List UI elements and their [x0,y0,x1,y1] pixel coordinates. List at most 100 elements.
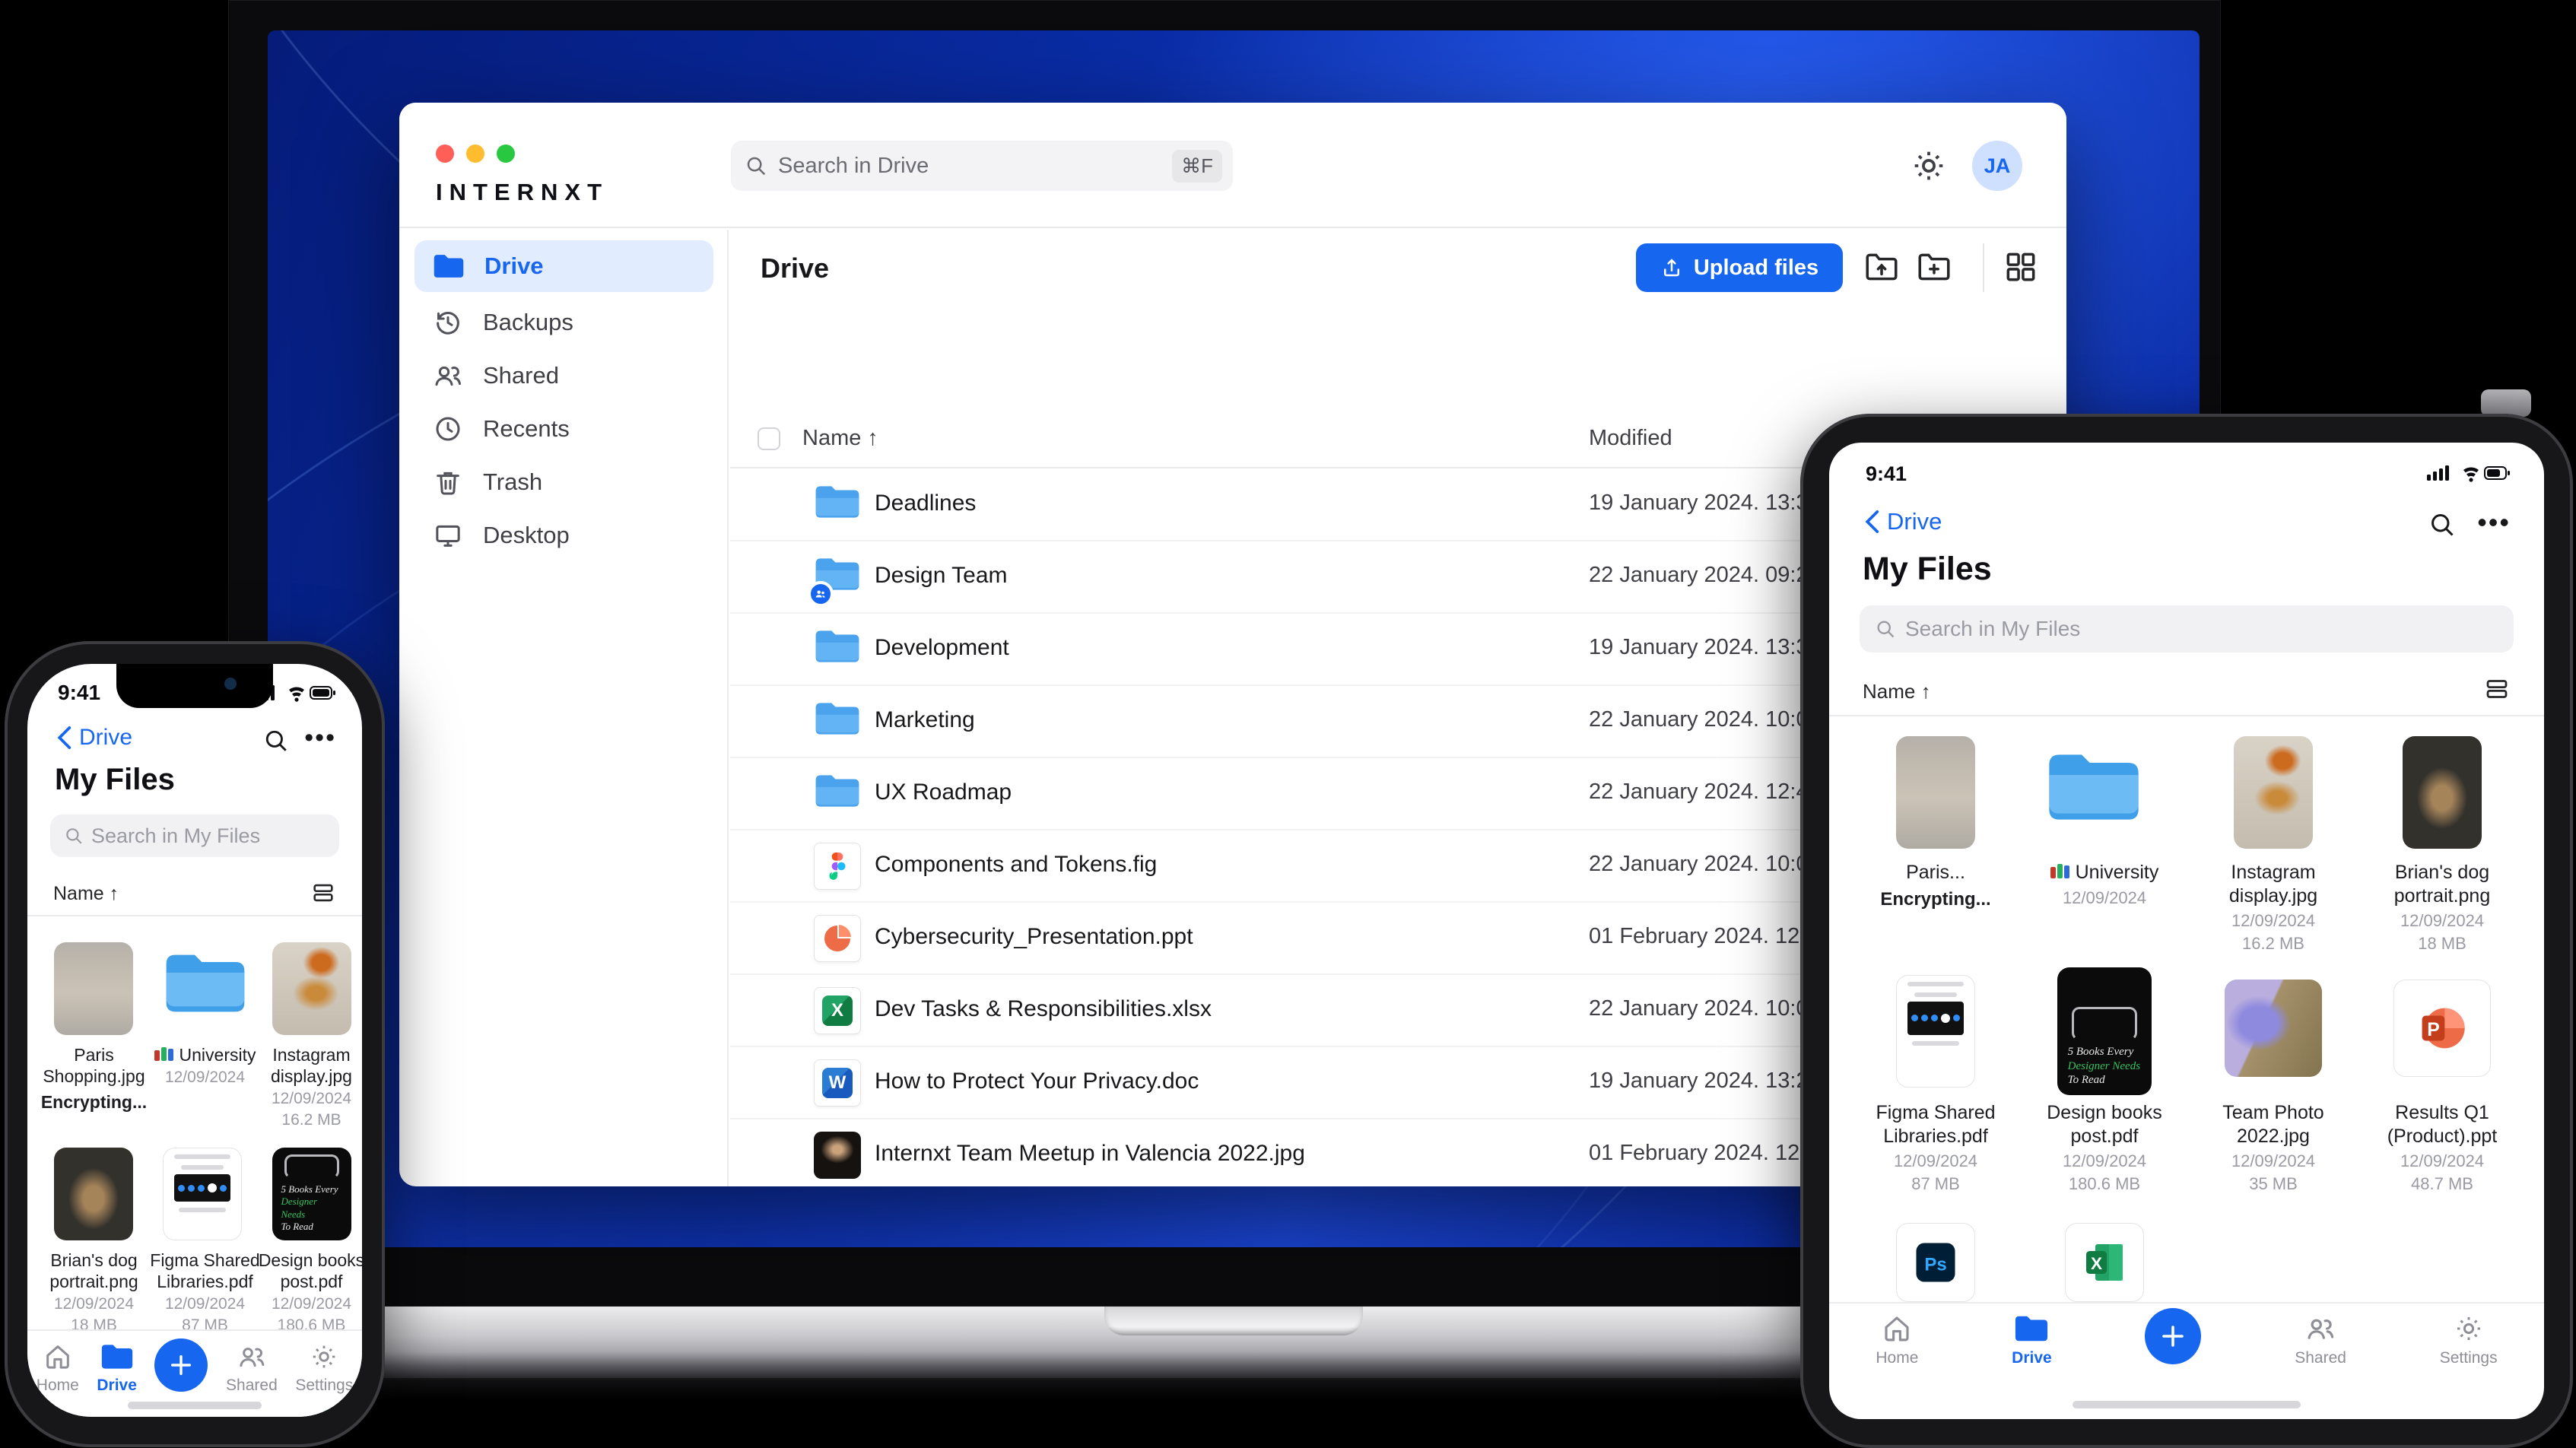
shared-users-icon [2308,1319,2334,1339]
sidebar-item-drive[interactable]: Drive [415,240,713,292]
page-title: My Files [55,763,175,796]
list-view-icon[interactable] [2483,675,2511,703]
figma-file-icon [814,843,861,890]
file-tile-name: Brian's dog portrait.png [49,1250,138,1292]
file-name: Cybersecurity_Presentation.ppt [875,924,1193,949]
file-tile-thumbnail[interactable]: 5 Books Every Designer Needs To Read [2057,967,2152,1095]
more-options-icon[interactable]: ••• [2477,506,2511,538]
search-input[interactable]: Search in My Files [1860,605,2514,653]
glasses-graphic [284,1154,340,1179]
file-tile-size: 180.6 MB [2068,1174,2141,1193]
sort-by-name[interactable]: Name ↑ [1863,680,1931,703]
file-tile-thumbnail[interactable] [2225,980,2322,1077]
home-indicator[interactable] [2073,1401,2301,1408]
bottom-nav: Home Drive Shared Settings [1829,1302,2544,1386]
back-button[interactable]: Drive [1863,508,1942,535]
chevron-left-icon [57,726,71,749]
folder-tile[interactable] [2045,745,2142,833]
file-modified: 19 January 2024. 13:25 [1589,1069,1821,1093]
search-input[interactable]: Search in My Files [50,814,339,857]
file-tile-date: 12/09/2024 [53,1295,135,1313]
maximize-traffic-light[interactable] [497,144,515,163]
list-view-icon[interactable] [310,880,336,906]
more-options-icon[interactable]: ••• [304,723,336,753]
folder-icon [814,698,861,745]
sort-by-name[interactable]: Name ↑ [53,883,119,905]
search-icon [1877,621,1895,638]
nav-label: Drive [2012,1349,2052,1367]
back-button[interactable]: Drive [55,725,132,751]
sidebar-item-desktop[interactable]: Desktop [415,510,713,561]
file-tile-thumbnail[interactable] [54,942,133,1035]
add-button[interactable] [2145,1308,2202,1364]
search-icon[interactable] [263,728,289,754]
sidebar-item-label: Recents [483,415,570,442]
divider [1829,715,2544,716]
file-modified: 22 January 2024. 09:2 [1589,563,1809,587]
minimize-traffic-light[interactable] [466,144,484,163]
file-tile-thumbnail[interactable]: Ps [1896,1223,1975,1302]
sort-arrow-icon: ↑ [867,426,878,450]
clock-icon [436,417,460,441]
camera-icon [224,678,237,690]
file-tile-thumbnail[interactable]: 5 Books Every Designer Needs To Read [272,1148,351,1240]
folder-tile[interactable] [163,947,248,1024]
gear-icon[interactable] [1910,147,1948,185]
nav-home[interactable]: Home [37,1342,79,1395]
upload-folder-icon[interactable] [1861,248,1902,286]
file-name: Deadlines [875,491,977,516]
column-modified[interactable]: Modified [1589,426,1672,451]
monitor-icon [436,525,460,547]
file-tile-name: Design books post.pdf [258,1250,362,1292]
search-icon[interactable] [2428,511,2456,538]
file-tile-date: 12/09/2024 [1893,1151,1978,1170]
page-title: My Files [1863,551,1992,587]
file-tile-thumbnail[interactable] [2403,736,2482,849]
nav-settings[interactable]: Settings [2440,1313,2498,1367]
search-input[interactable]: Search in Drive ⌘F [731,141,1233,191]
sidebar-item-label: Drive [484,252,544,279]
file-name: Dev Tasks & Responsibilities.xlsx [875,996,1212,1021]
new-folder-icon[interactable] [1914,248,1955,286]
avatar[interactable]: JA [1972,141,2022,191]
sidebar-item-shared[interactable]: Shared [415,350,713,402]
file-tile-thumbnail[interactable]: P [2393,980,2491,1077]
iphone-screen: 9:41 Drive ••• My Files Search in My Fil… [27,664,362,1417]
nav-drive[interactable]: Drive [2012,1313,2052,1367]
folder-icon [434,255,464,278]
file-tile-thumbnail[interactable]: X [2065,1223,2144,1302]
svg-text:Ps: Ps [1924,1255,1946,1275]
nav-home[interactable]: Home [1876,1313,1918,1367]
figma-cluster-graphic [174,1174,230,1202]
doc-line [180,1165,224,1170]
file-tile-thumbnail[interactable] [2234,736,2313,849]
signal-icon [2427,465,2449,481]
file-tile-thumbnail[interactable] [1896,736,1975,849]
sidebar-item-backups[interactable]: Backups [415,297,713,348]
sidebar-item-recents[interactable]: Recents [415,403,713,455]
select-all-checkbox[interactable] [758,427,780,450]
home-indicator[interactable] [128,1402,262,1409]
sidebar: Drive Backups Shared Recents Trash Deskt… [399,230,729,1186]
file-tile-date: 12/09/2024 [164,1295,246,1313]
file-tile-thumbnail[interactable] [1896,975,1975,1088]
shared-badge-icon [808,581,834,607]
internxt-logo: INTERNXT [436,179,608,205]
gear-icon [2457,1316,2480,1341]
file-tile-thumbnail[interactable] [272,942,351,1035]
column-name[interactable]: Name ↑ [802,426,878,451]
nav-drive[interactable]: Drive [97,1342,137,1395]
sidebar-item-trash[interactable]: Trash [415,456,713,508]
file-tile-thumbnail[interactable] [54,1148,133,1240]
add-button[interactable] [154,1338,208,1392]
file-tile-thumbnail[interactable] [163,1148,242,1240]
upload-files-button[interactable]: Upload files [1636,243,1843,292]
close-traffic-light[interactable] [436,144,454,163]
grid-view-icon[interactable] [2002,248,2040,286]
plus-icon [2162,1326,2184,1347]
nav-settings[interactable]: Settings [295,1342,353,1395]
file-modified: 22 January 2024. 10:08 [1589,996,1821,1021]
nav-shared[interactable]: Shared [2295,1313,2346,1367]
file-tile-size: 48.7 MB [2411,1174,2473,1193]
nav-shared[interactable]: Shared [226,1342,278,1395]
